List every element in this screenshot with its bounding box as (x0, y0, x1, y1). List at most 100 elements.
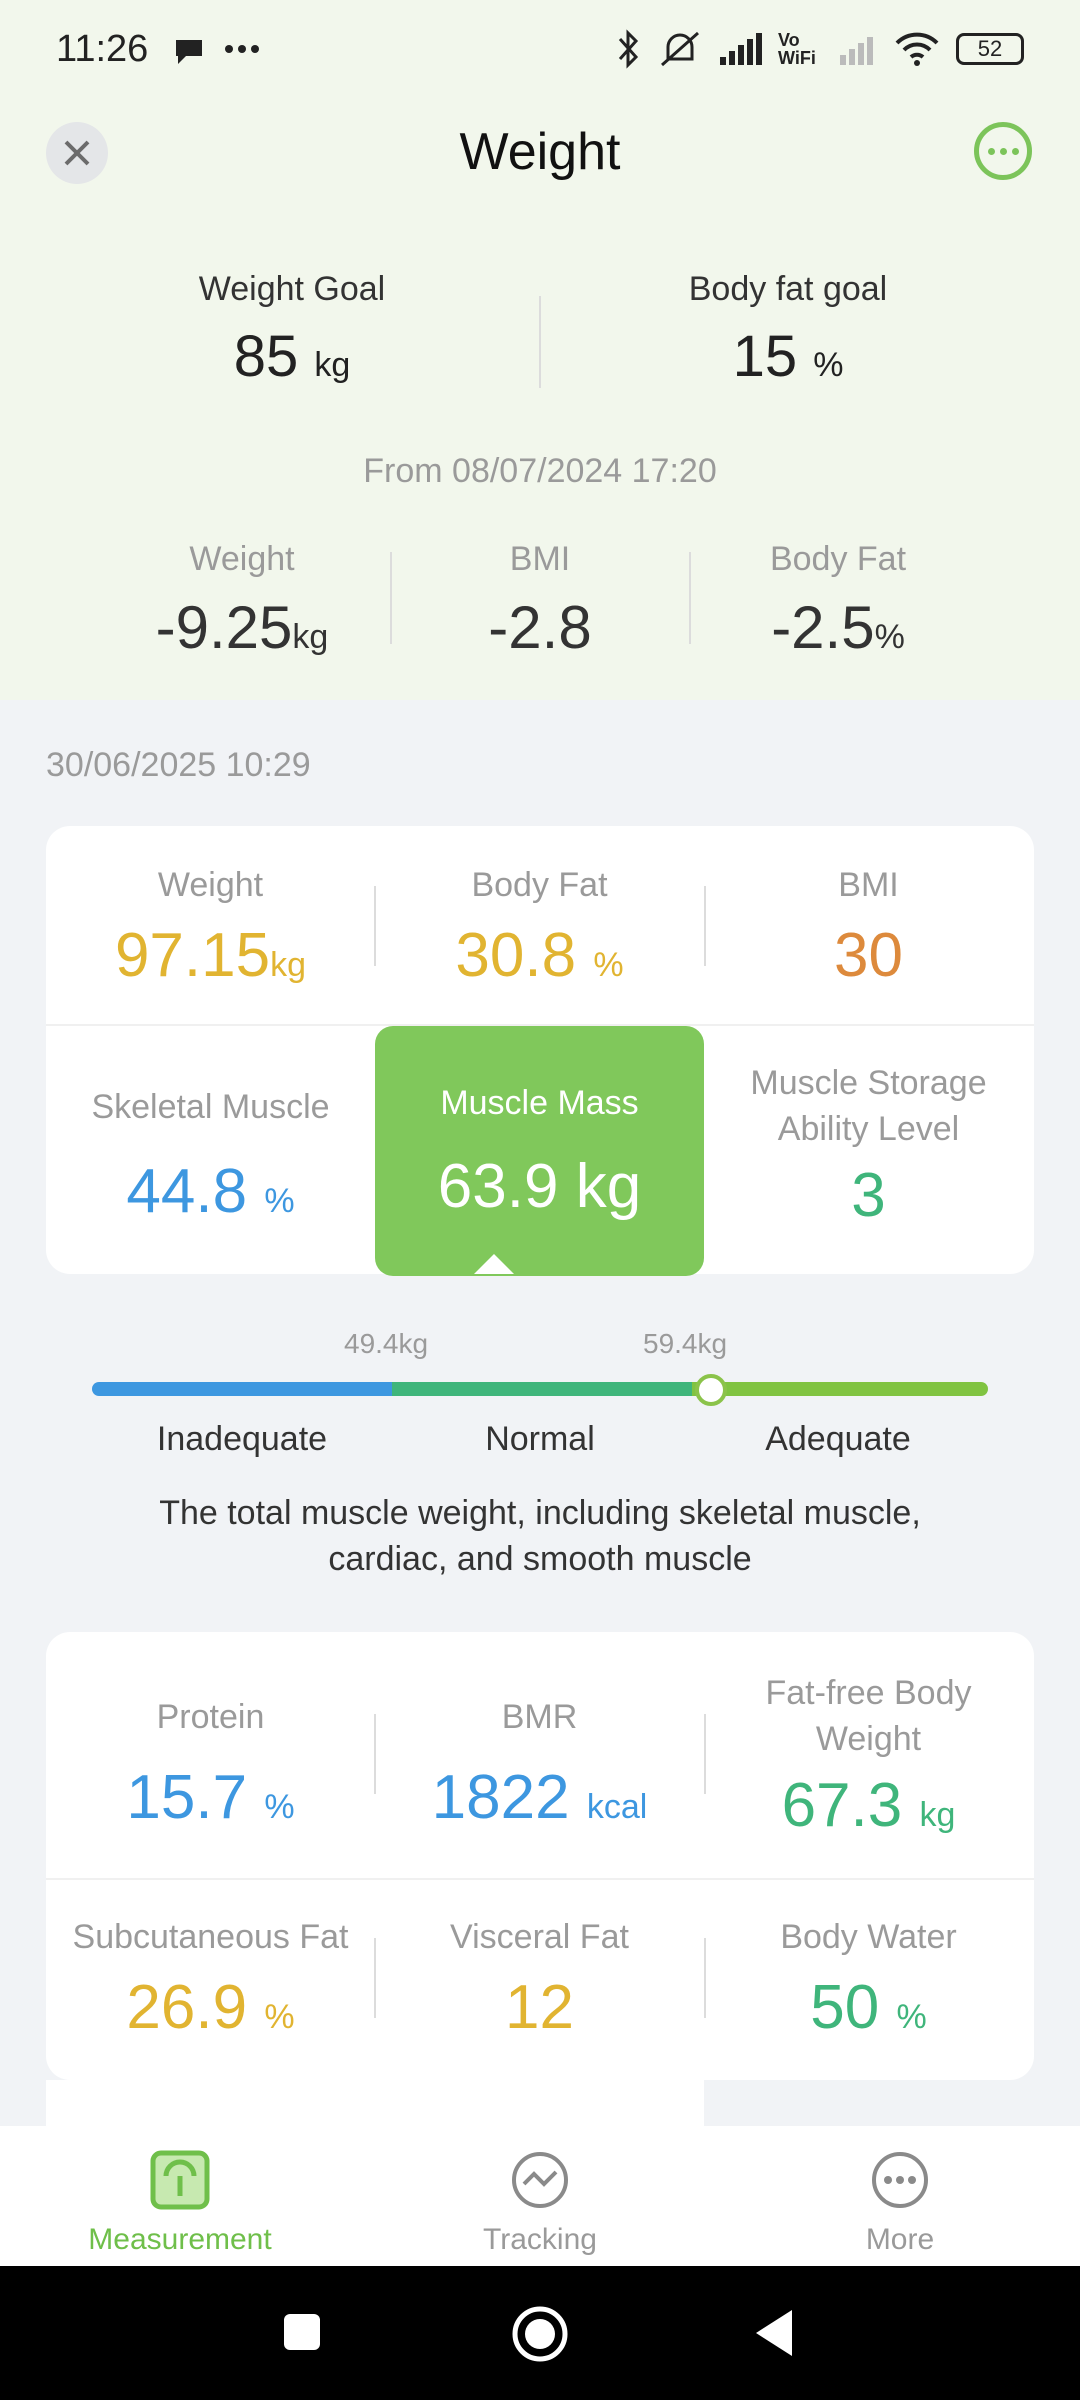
weight-change-value: -9.25 (155, 594, 293, 661)
bmi-change-value: -2.8 (488, 594, 592, 661)
nav-measurement[interactable]: Measurement (0, 2150, 360, 2257)
protein-unit: % (264, 1788, 295, 1826)
nav-tracking-label: Tracking (483, 2223, 597, 2256)
protein-metric[interactable]: Protein 15.7 % (46, 1694, 375, 1833)
battery-indicator: 52 (956, 33, 1024, 65)
description-line-1: The total muscle weight, including skele… (159, 1494, 921, 1532)
fat-free-label-1: Fat-free Body (765, 1674, 972, 1712)
weight-value: 97.15 (114, 921, 271, 990)
top-nav: Weight (0, 110, 1080, 200)
body-fat-unit: % (593, 946, 624, 984)
divider (46, 1878, 1034, 1880)
muscle-mass-metric-selected[interactable]: Muscle Mass 63.9 kg (375, 1026, 704, 1276)
muscle-storage-metric[interactable]: Muscle Storage Ability Level 3 (704, 1060, 1033, 1231)
skeletal-muscle-metric[interactable]: Skeletal Muscle 44.8 % (46, 1084, 375, 1227)
dot (1011, 147, 1019, 155)
body-fat-goal-unit: % (813, 346, 844, 384)
more-notifications-icon (225, 45, 259, 53)
nav-measurement-label: Measurement (88, 2223, 272, 2256)
scale-bar-adequate (692, 1382, 988, 1396)
muscle-storage-label-1: Muscle Storage (750, 1064, 987, 1102)
body-fat-metric[interactable]: Body Fat 30.8 % (375, 862, 704, 991)
scale-bar-normal (392, 1382, 692, 1396)
subcutaneous-fat-value: 26.9 (126, 1973, 248, 2042)
body-water-unit: % (896, 1998, 927, 2036)
bmi-change: BMI -2.8 (390, 540, 690, 662)
fat-free-unit: kg (919, 1796, 956, 1834)
threshold-high-label: 59.4kg (643, 1328, 728, 1359)
bmi-value: 30 (834, 921, 903, 990)
muscle-storage-label-2: Ability Level (777, 1110, 960, 1148)
body-water-metric[interactable]: Body Water 50 % (704, 1914, 1033, 2043)
mute-icon (661, 31, 699, 67)
recent-apps-icon[interactable] (282, 2312, 322, 2352)
nav-more[interactable]: More (720, 2150, 1080, 2257)
status-time: 11:26 (56, 28, 149, 70)
bmi-change-label: BMI (509, 540, 571, 578)
summary-card: Weight 97.15kg Body Fat 30.8 % BMI 30 Sk… (46, 826, 1034, 1276)
bottom-navigation: Measurement Tracking More (0, 2126, 1080, 2266)
fat-free-value: 67.3 (781, 1771, 903, 1840)
nav-tracking[interactable]: Tracking (360, 2150, 720, 2257)
dot (999, 147, 1007, 155)
bmr-metric[interactable]: BMR 1822 kcal (375, 1694, 704, 1833)
weight-change-label: Weight (189, 540, 295, 578)
details-card: Protein 15.7 % BMR 1822 kcal Fat-free Bo… (46, 1632, 1034, 2080)
page-title: Weight (459, 123, 621, 181)
bmi-metric[interactable]: BMI 30 (704, 862, 1033, 991)
body-fat-label: Body Fat (471, 866, 608, 904)
body-fat-change-unit: % (874, 618, 905, 656)
skeletal-muscle-label: Skeletal Muscle (91, 1088, 330, 1126)
wifi-icon (895, 32, 939, 66)
bmr-unit: kcal (586, 1788, 648, 1826)
body-fat-change: Body Fat -2.5% (688, 540, 988, 662)
system-nav-bar (0, 2266, 1080, 2400)
body-water-label: Body Water (780, 1918, 957, 1956)
range-inadequate: Inadequate (156, 1420, 328, 1458)
home-icon[interactable] (510, 2304, 570, 2364)
back-icon[interactable] (754, 2308, 794, 2358)
weight-goal[interactable]: Weight Goal 85 kg (42, 270, 542, 390)
weight-unit: kg (270, 946, 307, 984)
muscle-mass-unit: kg (575, 1152, 642, 1221)
range-adequate: Adequate (765, 1420, 911, 1458)
body-fat-value: 30.8 (455, 921, 577, 990)
skeletal-muscle-unit: % (264, 1182, 295, 1220)
visceral-fat-label: Visceral Fat (450, 1918, 629, 1956)
weight-label: Weight (157, 866, 264, 904)
scale-indicator (695, 1374, 727, 1406)
nav-more-label: More (865, 2223, 935, 2256)
body-water-value: 50 (810, 1973, 880, 2042)
next-card-peek (46, 2080, 704, 2126)
visceral-fat-metric[interactable]: Visceral Fat 12 (375, 1914, 704, 2043)
body-fat-goal-value: 15 (732, 324, 798, 389)
dot (987, 147, 995, 155)
weight-change: Weight -9.25kg (92, 540, 392, 662)
subcutaneous-fat-metric[interactable]: Subcutaneous Fat 26.9 % (46, 1914, 375, 2043)
protein-label: Protein (156, 1698, 265, 1736)
fat-free-weight-metric[interactable]: Fat-free Body Weight 67.3 kg (704, 1670, 1033, 1841)
subcutaneous-fat-unit: % (264, 1998, 295, 2036)
scale-icon (150, 2150, 210, 2210)
more-options-button[interactable] (974, 122, 1032, 180)
more-icon (872, 2152, 928, 2208)
body-fat-goal[interactable]: Body fat goal 15 % (538, 270, 1038, 390)
status-bar: 11:26 Vo WiFi 52 (0, 0, 1080, 100)
body-fat-change-value: -2.5 (771, 594, 875, 661)
signal-icon (720, 33, 762, 65)
scale-bar-inadequate (92, 1382, 392, 1396)
threshold-low-label: 49.4kg (344, 1328, 429, 1359)
weight-metric[interactable]: Weight 97.15kg (46, 862, 375, 991)
subcutaneous-fat-label: Subcutaneous Fat (72, 1918, 349, 1956)
range-normal: Normal (485, 1420, 595, 1458)
weight-goal-unit: kg (314, 346, 351, 384)
weight-change-unit: kg (292, 618, 329, 656)
tracking-icon (512, 2152, 568, 2208)
metric-description: The total muscle weight, including skele… (80, 1490, 1000, 1582)
weight-goal-label: Weight Goal (198, 270, 386, 308)
status-icons: Vo WiFi 52 (616, 24, 1024, 74)
fat-free-label-2: Weight (815, 1720, 922, 1758)
body-fat-change-label: Body Fat (769, 540, 907, 578)
muscle-mass-label: Muscle Mass (440, 1084, 639, 1122)
visceral-fat-value: 12 (505, 1973, 574, 2042)
